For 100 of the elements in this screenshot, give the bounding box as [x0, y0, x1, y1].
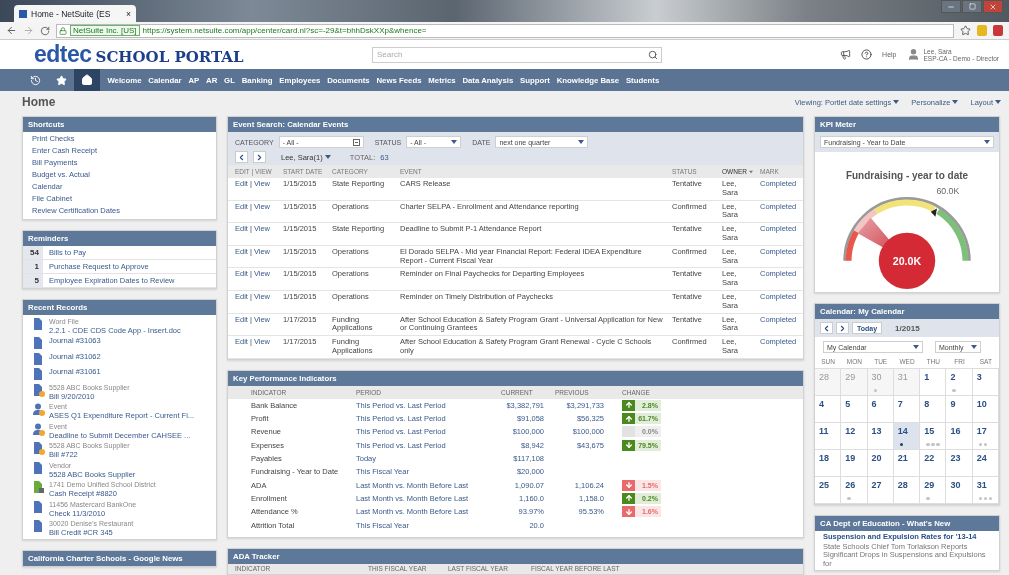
calendar-day[interactable]: 29 [920, 477, 947, 504]
event-dot [873, 388, 878, 392]
caret-icon [578, 140, 585, 144]
gauge-value-circle [878, 232, 936, 290]
list-picker-icon [352, 138, 360, 146]
event-dot [847, 496, 851, 500]
caret-icon [971, 345, 977, 349]
document-icon [33, 337, 45, 350]
document-icon [33, 352, 45, 366]
calendar-day[interactable]: 14 [893, 423, 921, 450]
calendar-day[interactable]: 28 [893, 477, 921, 504]
tab-close[interactable]: × [126, 8, 131, 19]
address-field[interactable]: NetSuite Inc. [US] https://system.netsuite.com/app/center/card.nl?sc=-29&t=bhhDskXXp&whence= [56, 23, 954, 38]
gauge-title: Fundraising - year to date [845, 170, 969, 181]
calendar-day[interactable]: 22 [920, 450, 947, 477]
chevron-left-icon [822, 323, 831, 333]
document-icon [33, 368, 45, 381]
calendar-day[interactable]: 30 [946, 477, 973, 504]
calendar-day[interactable]: 9 [946, 396, 973, 423]
calendar-day[interactable]: 17 [972, 423, 999, 450]
calendar-day[interactable]: 2 [946, 369, 973, 396]
search-icon [648, 49, 658, 60]
chevron-right-icon [255, 152, 264, 162]
caret-icon [324, 155, 331, 159]
close-icon [989, 2, 997, 11]
caret-icon [995, 100, 1001, 104]
calendar-day[interactable]: 11 [815, 423, 842, 450]
calendar-day[interactable]: 21 [893, 450, 921, 477]
calendar-day[interactable]: 1 [920, 369, 947, 396]
calendar-day[interactable]: 13 [867, 423, 894, 450]
calendar-day[interactable]: 15 [920, 423, 947, 450]
calendar-day[interactable]: 10 [972, 396, 999, 423]
user-icon[interactable] [906, 48, 920, 61]
gauge-value: 20.0K [892, 254, 922, 267]
maximize-button[interactable] [962, 0, 982, 13]
calendar-day[interactable]: 16 [946, 423, 973, 450]
history-icon [29, 74, 41, 86]
bookmark-star-icon[interactable] [960, 25, 971, 36]
month-label: 1/2015 [895, 323, 920, 333]
event-dot [899, 442, 904, 446]
caret-icon [451, 140, 458, 144]
page-title: Home [22, 95, 56, 109]
nav-icon-tab[interactable] [74, 69, 100, 91]
chevron-left-icon [237, 152, 246, 162]
favicon-icon [19, 9, 27, 18]
document-icon [33, 520, 45, 533]
next-button[interactable] [253, 151, 266, 163]
calendar-day[interactable]: 6 [867, 396, 894, 423]
calendar-day[interactable]: 4 [815, 396, 842, 423]
caret-icon [748, 169, 753, 174]
calendar-day[interactable]: 26 [841, 477, 868, 504]
person-icon [33, 403, 45, 416]
previous-button[interactable] [820, 322, 833, 334]
calendar-day[interactable]: 19 [841, 450, 868, 477]
calendar-day[interactable]: 24 [972, 450, 999, 477]
back-icon[interactable] [6, 25, 17, 36]
calendar-day[interactable]: 7 [893, 396, 921, 423]
document-icon [33, 461, 45, 475]
calendar-day[interactable]: 25 [815, 477, 842, 504]
browser-tab[interactable]: Home - NetSuite (ES × [14, 5, 136, 22]
reminder-count: 54 [23, 246, 43, 259]
document-icon [33, 500, 45, 514]
calendar-day[interactable]: 18 [815, 450, 842, 477]
help-icon[interactable] [861, 49, 873, 60]
next-button[interactable] [836, 322, 849, 334]
calendar-day[interactable]: 8 [920, 396, 947, 423]
logo-subtitle: SCHOOL PORTAL [95, 48, 244, 66]
maximize-icon [968, 3, 976, 10]
star-icon [55, 74, 67, 86]
caret-icon [952, 100, 959, 104]
extension-icon[interactable] [993, 25, 1003, 36]
calendar-day[interactable]: 12 [841, 423, 868, 450]
reminder-count: 1 [23, 260, 43, 273]
calendar-day[interactable]: 20 [867, 450, 894, 477]
caret-icon [913, 345, 919, 349]
megaphone-icon[interactable] [840, 49, 852, 60]
logo-wordmark: edtec [34, 41, 92, 68]
minimize-button[interactable] [941, 0, 961, 13]
gauge-max-label: 60.0K [936, 185, 960, 196]
url-text: https://system.netsuite.com/app/center/card.nl?sc=-29&t=bhhDskXXp&whence= [142, 26, 427, 35]
tab-title: Home - NetSuite (ES [31, 8, 112, 19]
person-icon [33, 422, 45, 436]
calendar-day[interactable]: 5 [841, 396, 868, 423]
caret-icon [984, 140, 990, 144]
event-dot [926, 496, 930, 500]
document-icon [33, 442, 45, 455]
search-field[interactable]: Search [372, 46, 662, 63]
calendar-day[interactable]: 27 [867, 477, 894, 504]
previous-button[interactable] [235, 151, 248, 163]
caret-icon [893, 100, 900, 104]
calendar-day[interactable]: 31 [972, 477, 999, 504]
calendar-day[interactable]: 3 [972, 369, 999, 396]
home-icon [81, 74, 93, 86]
document-icon [33, 383, 45, 397]
reload-icon[interactable] [40, 25, 50, 36]
document-icon [33, 481, 45, 494]
site-identity: NetSuite Inc. [US] [70, 25, 140, 36]
calendar-day[interactable]: 23 [946, 450, 973, 477]
lock-icon [59, 26, 67, 35]
close-button[interactable] [983, 0, 1003, 13]
